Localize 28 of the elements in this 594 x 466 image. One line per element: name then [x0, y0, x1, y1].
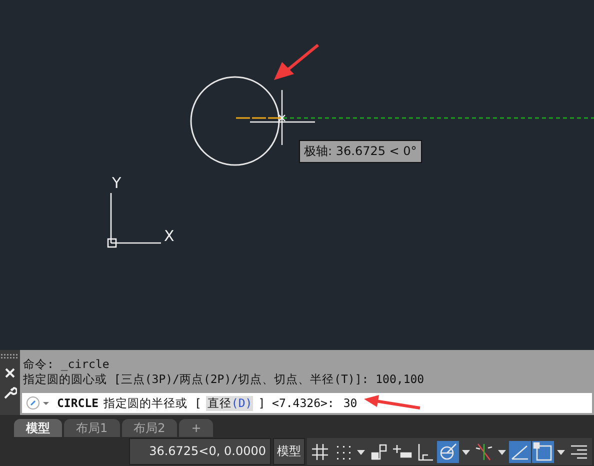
command-default: ] <7.4326>:	[258, 396, 334, 410]
command-name: CIRCLE	[57, 396, 99, 410]
command-picker-icon[interactable]	[26, 396, 52, 410]
command-prompt: 指定圆的半径或 [	[104, 396, 202, 410]
crosshair-cursor	[250, 90, 315, 145]
annotation-arrow	[274, 44, 319, 80]
layout-tab[interactable]: 模型	[14, 419, 62, 437]
layout-tab[interactable]: +	[179, 419, 214, 437]
layout-tab[interactable]: 布局1	[64, 419, 120, 437]
command-value: 30	[343, 396, 358, 410]
wrench-icon[interactable]	[3, 386, 17, 400]
command-option[interactable]: 直径(D)	[206, 396, 254, 410]
circle-target-icon[interactable]	[437, 440, 459, 462]
ucs-axes-icon	[107, 193, 161, 248]
command-history-line: 指定圆的圆心或 [三点(3P)/两点(2P)/切点、切点、半径(T)]: 100,100	[23, 372, 426, 387]
angle-icon[interactable]	[509, 440, 531, 462]
layout-tab[interactable]: 布局2	[122, 419, 178, 437]
close-icon[interactable]	[5, 368, 15, 378]
x-axis-label: X	[164, 227, 174, 245]
grip-icon[interactable]	[1, 354, 19, 360]
model-space-button[interactable]: 模型	[273, 438, 305, 465]
coordinates-readout: 36.6725<0, 0.0000	[129, 438, 271, 465]
annotation-arrow	[364, 395, 422, 411]
command-input-field[interactable]: CIRCLE 指定圆的半径或 [ 直径(D) ] <7.4326>: 30	[22, 393, 592, 413]
y-axis-label: Y	[112, 174, 122, 192]
square-icon[interactable]	[532, 440, 554, 462]
polar-tooltip: 极轴: 36.6725 < 0°	[299, 140, 422, 163]
command-history-line: 命令: _circle	[23, 357, 110, 372]
